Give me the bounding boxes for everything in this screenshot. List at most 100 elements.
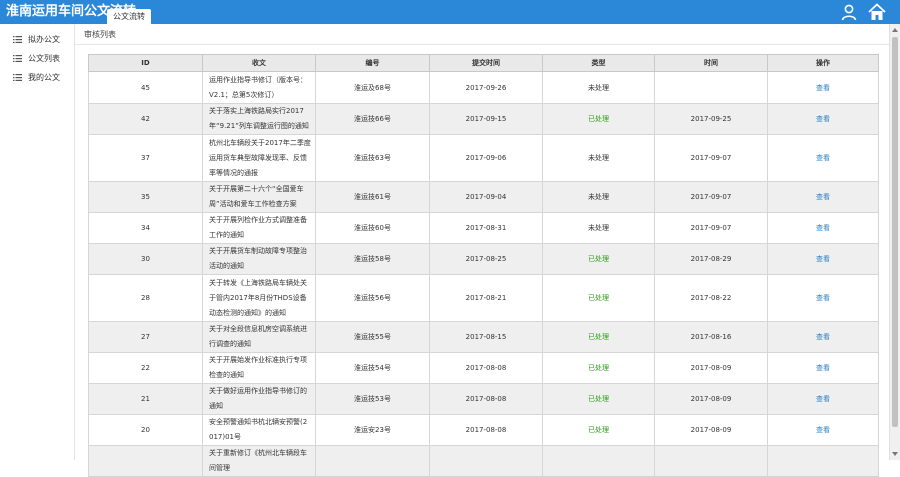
view-link[interactable]: 查看: [816, 115, 830, 123]
cell-status: 未处理: [542, 134, 655, 182]
scroll-down-arrow-icon[interactable]: [892, 452, 898, 456]
cell-processed-time: 2017-09-25: [654, 103, 768, 135]
sidebar-item-label: 公文列表: [28, 54, 60, 63]
table-row: 42 关于落实上海铁路局实行2017年“9.21”列车调整运行图的通知 淮运技66号…: [88, 103, 879, 135]
view-link[interactable]: 查看: [816, 224, 830, 232]
vertical-scrollbar[interactable]: [889, 24, 900, 460]
cell-status: 已处理: [542, 414, 655, 446]
column-header-time[interactable]: 时间: [654, 54, 768, 72]
sidebar-item-doc-list[interactable]: 公文列表: [0, 49, 74, 68]
cell-id: 20: [88, 414, 203, 446]
view-link[interactable]: 查看: [816, 154, 830, 162]
column-header-doc[interactable]: 收文: [202, 54, 316, 72]
cell-status: 已处理: [542, 243, 655, 275]
cell-submit-time: 2017-08-08: [429, 383, 543, 415]
table-row: 28 关于转发《上海铁路局车辆处关于管内2017年8月份THDS设备动态检测的通知…: [88, 274, 879, 322]
main-content: 审核列表 ID 收文 编号 提交时间 类型 时间 操作 45 运用作业指导书修订（…: [75, 24, 889, 477]
cell-id: 21: [88, 383, 203, 415]
cell-processed-time: [654, 71, 768, 104]
table-body: 45 运用作业指导书修订（版本号：V2.1；总第5次修订） 淮运及68号 2017-0…: [88, 71, 879, 477]
cell-action: 查看: [767, 383, 879, 415]
view-link[interactable]: 查看: [816, 193, 830, 201]
view-link[interactable]: 查看: [816, 395, 830, 403]
cell-processed-time: 2017-08-09: [654, 383, 768, 415]
cell-document-title: 关于做好运用作业指导书修订的通知: [202, 383, 316, 415]
cell-id: 34: [88, 212, 203, 244]
cell-status: 未处理: [542, 212, 655, 244]
cell-action: 查看: [767, 352, 879, 384]
view-link[interactable]: 查看: [816, 364, 830, 372]
cell-submit-time: 2017-09-06: [429, 134, 543, 182]
table-row: 34 关于开展列检作业方式调整准备工作的通知 淮运技60号 2017-08-31 未处理…: [88, 212, 879, 244]
cell-action: 查看: [767, 212, 879, 244]
cell-id: 30: [88, 243, 203, 275]
cell-status: 已处理: [542, 321, 655, 353]
cell-doc-code: 淮运技58号: [315, 243, 430, 275]
cell-document-title: 关于开展始发作业标准执行专项检查的通知: [202, 352, 316, 384]
scroll-up-arrow-icon[interactable]: [892, 28, 898, 32]
cell-submit-time: 2017-08-25: [429, 243, 543, 275]
cell-doc-code: [315, 445, 430, 477]
cell-status: 已处理: [542, 383, 655, 415]
cell-id: 42: [88, 103, 203, 135]
table-row: 关于重新修订《杭州北车辆段车间管理: [88, 445, 879, 477]
column-header-type[interactable]: 类型: [542, 54, 655, 72]
cell-action: 查看: [767, 134, 879, 182]
cell-document-title: 关于重新修订《杭州北车辆段车间管理: [202, 445, 316, 477]
cell-action: 查看: [767, 243, 879, 275]
cell-submit-time: 2017-08-31: [429, 212, 543, 244]
sidebar-item-label: 拟办公文: [28, 35, 60, 44]
cell-status: 已处理: [542, 274, 655, 322]
cell-doc-code: 淮运技66号: [315, 103, 430, 135]
cell-doc-code: 淮运技60号: [315, 212, 430, 244]
cell-doc-code: 淮运技56号: [315, 274, 430, 322]
table-header-row: ID 收文 编号 提交时间 类型 时间 操作: [88, 54, 879, 72]
cell-doc-code: 淮运及68号: [315, 71, 430, 104]
cell-action: 查看: [767, 321, 879, 353]
breadcrumb: 审核列表: [84, 30, 116, 39]
home-icon[interactable]: [868, 3, 886, 21]
cell-submit-time: 2017-09-15: [429, 103, 543, 135]
sidebar-item-label: 我的公文: [28, 73, 60, 82]
tab-document-flow[interactable]: 公文流转: [107, 9, 151, 24]
column-header-code[interactable]: 编号: [315, 54, 430, 72]
cell-submit-time: [429, 445, 543, 477]
cell-document-title: 杭州北车辆段关于2017年二季度运用货车典型故障发现率、反馈率等情况的通报: [202, 134, 316, 182]
sidebar: 拟办公文 公文列表 我的公文: [0, 24, 75, 460]
cell-id: 22: [88, 352, 203, 384]
cell-doc-code: 淮运技61号: [315, 181, 430, 213]
cell-processed-time: [654, 445, 768, 477]
list-icon: [13, 74, 22, 81]
cell-doc-code: 淮运技63号: [315, 134, 430, 182]
sidebar-item-my-docs[interactable]: 我的公文: [0, 68, 74, 87]
cell-status: 已处理: [542, 103, 655, 135]
cell-action: 查看: [767, 414, 879, 446]
column-header-submit-time[interactable]: 提交时间: [429, 54, 543, 72]
view-link[interactable]: 查看: [816, 84, 830, 92]
view-link[interactable]: 查看: [816, 426, 830, 434]
sidebar-item-draft-docs[interactable]: 拟办公文: [0, 30, 74, 49]
top-bar: 淮南运用车间公文流转 公文流转: [0, 0, 900, 24]
table-row: 20 安全预警通知书杭北辆安预警(2017)01号 淮运安23号 2017-08-08…: [88, 414, 879, 446]
column-header-id[interactable]: ID: [88, 54, 203, 72]
cell-document-title: 关于开展列检作业方式调整准备工作的通知: [202, 212, 316, 244]
cell-status: 未处理: [542, 181, 655, 213]
view-link[interactable]: 查看: [816, 333, 830, 341]
cell-processed-time: 2017-09-07: [654, 212, 768, 244]
cell-processed-time: 2017-08-22: [654, 274, 768, 322]
cell-id: [88, 445, 203, 477]
column-header-action[interactable]: 操作: [767, 54, 879, 72]
cell-id: 27: [88, 321, 203, 353]
table-row: 45 运用作业指导书修订（版本号：V2.1；总第5次修订） 淮运及68号 2017-0…: [88, 71, 879, 104]
cell-action: 查看: [767, 181, 879, 213]
list-icon: [13, 36, 22, 43]
cell-submit-time: 2017-08-21: [429, 274, 543, 322]
view-link[interactable]: 查看: [816, 255, 830, 263]
review-table-wrapper: ID 收文 编号 提交时间 类型 时间 操作 45 运用作业指导书修订（版本号：V…: [88, 54, 879, 477]
review-table: ID 收文 编号 提交时间 类型 时间 操作 45 运用作业指导书修订（版本号：V…: [88, 54, 879, 477]
list-icon: [13, 55, 22, 62]
scroll-thumb[interactable]: [892, 37, 898, 427]
view-link[interactable]: 查看: [816, 294, 830, 302]
user-icon[interactable]: [840, 3, 858, 21]
cell-doc-code: 淮运技55号: [315, 321, 430, 353]
